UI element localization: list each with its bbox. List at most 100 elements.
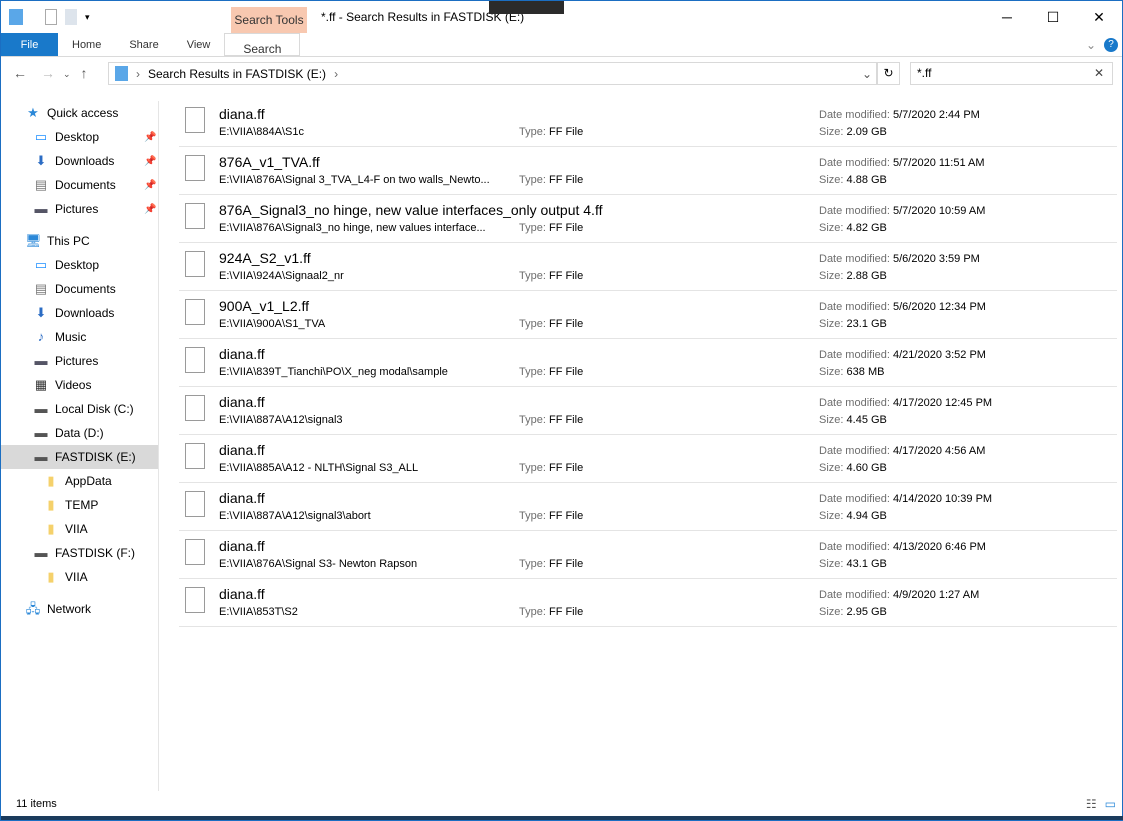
file-name[interactable]: diana.ff [219, 490, 265, 506]
file-row[interactable]: 924A_S2_v1.ff E:\VIIA\924A\Signaal2_nr T… [179, 243, 1117, 291]
file-path: E:\VIIA\924A\Signaal2_nr [219, 270, 344, 282]
sidebar-item-data-d[interactable]: ▬ Data (D:) [1, 421, 158, 445]
file-row[interactable]: 876A_v1_TVA.ff E:\VIIA\876A\Signal 3_TVA… [179, 147, 1117, 195]
file-row[interactable]: diana.ff E:\VIIA\884A\S1c Type: FF File … [179, 99, 1117, 147]
sidebar-item-fastdisk-f[interactable]: ▬ FASTDISK (F:) [1, 541, 158, 565]
address-dropdown-icon[interactable]: ⌄ [862, 67, 872, 81]
type-label: Type: [519, 510, 546, 522]
sidebar-item-pictures[interactable]: ▬ Pictures 📌 [1, 197, 158, 221]
file-name[interactable]: diana.ff [219, 394, 265, 410]
properties-icon[interactable] [45, 9, 57, 25]
pin-icon[interactable]: 📌 [144, 204, 156, 215]
chevron-right-icon[interactable]: › [136, 67, 140, 81]
file-row[interactable]: diana.ff E:\VIIA\887A\A12\signal3 Type: … [179, 387, 1117, 435]
file-size: 638 MB [846, 366, 885, 378]
file-name[interactable]: diana.ff [219, 346, 265, 362]
sidebar-item-downloads[interactable]: ⬇ Downloads [1, 301, 158, 325]
sidebar-item-this-pc[interactable]: 🖥 This PC [1, 229, 158, 253]
recent-locations-button[interactable]: ⌄ [63, 65, 71, 83]
file-date: 4/21/2020 3:52 PM [893, 349, 986, 361]
explorer-icon [9, 9, 23, 25]
sidebar-item-temp[interactable]: ▮ TEMP [1, 493, 158, 517]
refresh-button[interactable]: ↻ [877, 62, 900, 85]
sidebar-item-viia[interactable]: ▮ VIIA [1, 565, 158, 589]
size-label: Size: [819, 174, 844, 186]
sidebar-item-label: Documents [55, 178, 116, 192]
folder-icon: ▮ [47, 497, 55, 512]
sidebar-item-local-disk-c[interactable]: ▬ Local Disk (C:) [1, 397, 158, 421]
sidebar-item-pictures[interactable]: ▬ Pictures [1, 349, 158, 373]
tab-view[interactable]: View [173, 33, 225, 56]
forward-button[interactable]: → [41, 65, 55, 83]
type-label: Type: [519, 606, 546, 618]
new-folder-icon[interactable] [65, 9, 77, 25]
sidebar-item-desktop[interactable]: ▭ Desktop 📌 [1, 125, 158, 149]
file-row[interactable]: 900A_v1_L2.ff E:\VIIA\900A\S1_TVA Type: … [179, 291, 1117, 339]
desktop-icon: ▭ [34, 129, 48, 144]
sidebar-item-label: Local Disk (C:) [55, 402, 134, 416]
file-type: FF File [548, 174, 584, 186]
help-icon[interactable]: ? [1104, 38, 1118, 52]
file-row[interactable]: diana.ff E:\VIIA\876A\Signal S3- Newton … [179, 531, 1117, 579]
sidebar-item-desktop[interactable]: ▭ Desktop [1, 253, 158, 277]
file-name[interactable]: 876A_v1_TVA.ff [219, 154, 320, 170]
file-name[interactable]: diana.ff [219, 586, 265, 602]
pictures-icon: ▬ [34, 353, 48, 368]
sidebar-item-network[interactable]: 🖧 Network [1, 597, 158, 621]
file-icon [185, 491, 205, 517]
drive-icon: ▬ [34, 401, 48, 416]
close-button[interactable]: ✕ [1076, 1, 1122, 33]
sidebar-item-label: Pictures [55, 354, 99, 368]
file-name[interactable]: 900A_v1_L2.ff [219, 298, 309, 314]
minimize-button[interactable]: ─ [984, 1, 1030, 33]
up-button[interactable]: ↑ [81, 65, 88, 83]
sidebar-item-viia[interactable]: ▮ VIIA [1, 517, 158, 541]
tab-home[interactable]: Home [58, 33, 115, 56]
file-name[interactable]: 876A_Signal3_no hinge, new value interfa… [219, 202, 602, 218]
file-row[interactable]: diana.ff E:\VIIA\887A\A12\signal3\abort … [179, 483, 1117, 531]
back-button[interactable]: ← [13, 65, 27, 83]
file-row[interactable]: diana.ff E:\VIIA\885A\A12 - NLTH\Signal … [179, 435, 1117, 483]
navigation-pane: ★ Quick access ▭ Desktop 📌 ⬇ Downloads 📌 ▤ Docume… [1, 101, 159, 791]
chevron-right-icon[interactable]: › [334, 67, 338, 81]
tab-share[interactable]: Share [115, 33, 172, 56]
file-row[interactable]: diana.ff E:\VIIA\853T\S2 Type: FF File D… [179, 579, 1117, 627]
documents-icon: ▤ [34, 177, 48, 192]
file-name[interactable]: 924A_S2_v1.ff [219, 250, 311, 266]
sidebar-item-label: Music [55, 330, 87, 344]
file-row[interactable]: diana.ff E:\VIIA\839T_Tianchi\PO\X_neg m… [179, 339, 1117, 387]
address-bar[interactable]: › Search Results in FASTDISK (E:) › ⌄ [108, 62, 877, 85]
sidebar-item-music[interactable]: ♪ Music [1, 325, 158, 349]
sidebar-item-quick-access[interactable]: ★ Quick access [1, 101, 158, 125]
large-icons-view-icon[interactable]: ▭ [1105, 797, 1116, 811]
customize-qat-icon[interactable]: ▾ [85, 12, 90, 23]
sidebar-item-videos[interactable]: ▦ Videos [1, 373, 158, 397]
details-view-icon[interactable]: ☷ [1086, 797, 1097, 811]
address-path[interactable]: Search Results in FASTDISK (E:) [148, 67, 326, 81]
file-name[interactable]: diana.ff [219, 442, 265, 458]
sidebar-item-documents[interactable]: ▤ Documents [1, 277, 158, 301]
clear-search-icon[interactable]: ✕ [1094, 66, 1104, 80]
file-row[interactable]: 876A_Signal3_no hinge, new value interfa… [179, 195, 1117, 243]
sidebar-item-downloads[interactable]: ⬇ Downloads 📌 [1, 149, 158, 173]
pin-icon[interactable]: 📌 [144, 156, 156, 167]
sidebar-item-appdata[interactable]: ▮ AppData [1, 469, 158, 493]
tab-search[interactable]: Search [224, 33, 301, 56]
sidebar-item-documents[interactable]: ▤ Documents 📌 [1, 173, 158, 197]
video-icon: ▦ [34, 377, 48, 392]
search-input[interactable]: *.ff ✕ [910, 62, 1113, 85]
type-label: Type: [519, 366, 546, 378]
pin-icon[interactable]: 📌 [144, 132, 156, 143]
file-name[interactable]: diana.ff [219, 106, 265, 122]
folder-icon: ▮ [47, 473, 55, 488]
file-icon [185, 107, 205, 133]
pin-icon[interactable]: 📌 [144, 180, 156, 191]
search-value[interactable]: *.ff [917, 66, 931, 80]
file-type: FF File [548, 558, 584, 570]
tab-file[interactable]: File [1, 33, 58, 56]
sidebar-item-label: FASTDISK (F:) [55, 546, 136, 560]
maximize-button[interactable]: ☐ [1030, 1, 1076, 33]
expand-ribbon-icon[interactable]: ⌄ [1086, 33, 1096, 56]
file-name[interactable]: diana.ff [219, 538, 265, 554]
sidebar-item-fastdisk-e[interactable]: ▬ FASTDISK (E:) [1, 445, 158, 469]
